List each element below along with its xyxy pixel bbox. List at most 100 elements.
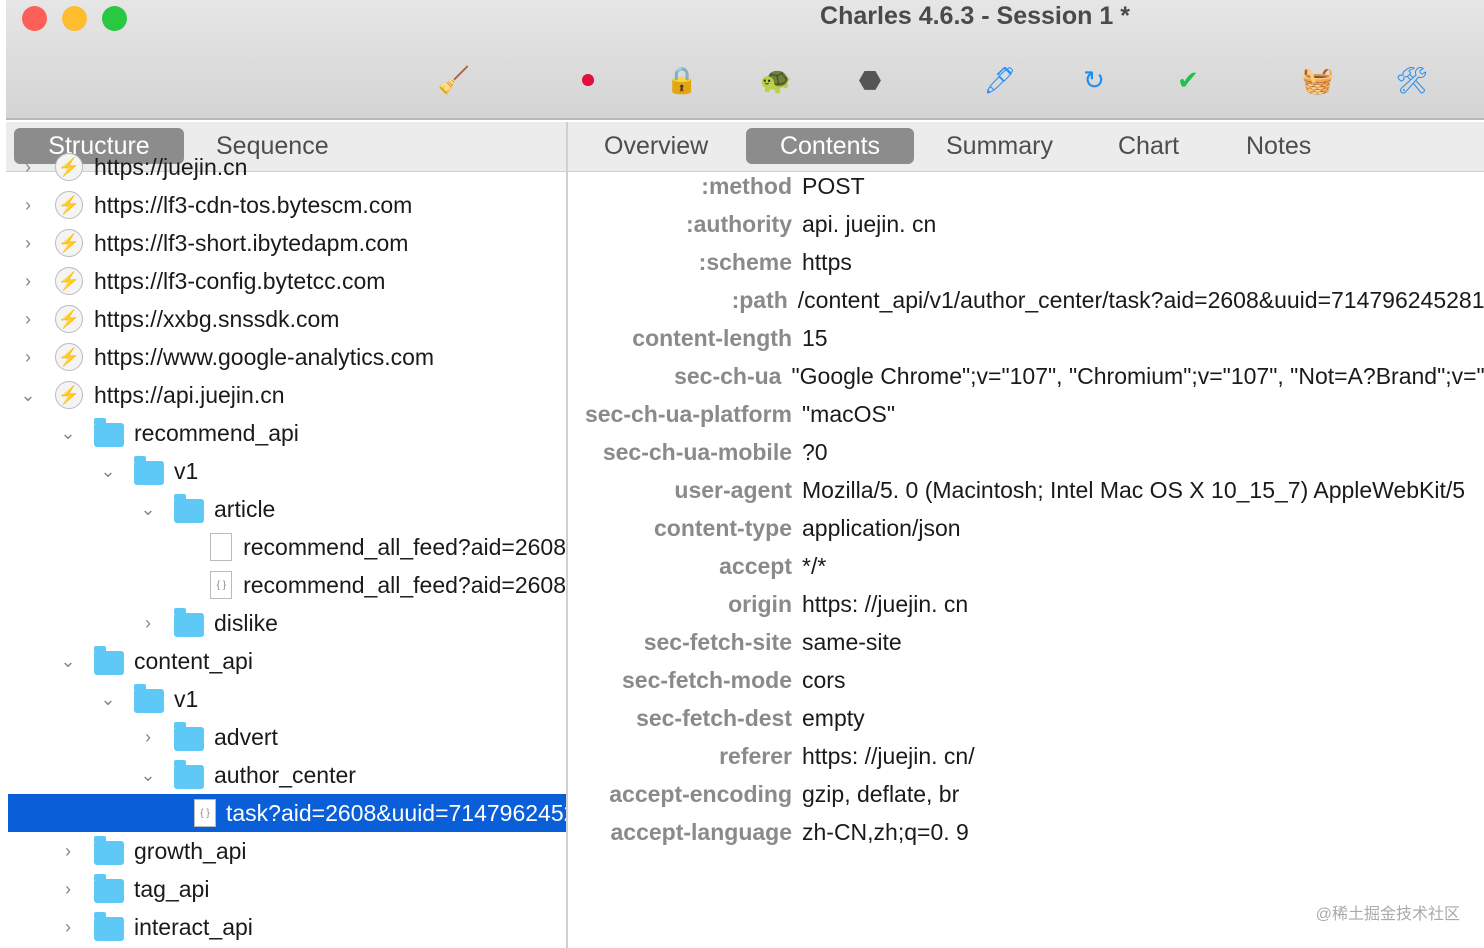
tree-row[interactable]: › dislike bbox=[8, 604, 566, 642]
header-value: "Google Chrome";v="107", "Chromium";v="1… bbox=[791, 362, 1484, 389]
header-name: content-type bbox=[654, 514, 792, 541]
tree-row[interactable]: ⌄ ⚡ https://api.juejin.cn bbox=[8, 376, 566, 414]
basket-icon[interactable]: 🧺 bbox=[1300, 62, 1336, 98]
header-value: POST bbox=[802, 172, 865, 199]
tree-row[interactable]: › interact_api bbox=[8, 908, 566, 946]
tree-row[interactable]: ⌄ v1 bbox=[8, 452, 566, 490]
disclosure-chevron-icon[interactable]: ⌄ bbox=[18, 385, 38, 406]
header-value: gzip, deflate, br bbox=[802, 780, 960, 807]
header-row: accept-encoding gzip, deflate, br bbox=[570, 775, 1484, 813]
tree-row-label: https://xxbg.snssdk.com bbox=[94, 305, 340, 332]
disclosure-chevron-icon[interactable]: › bbox=[138, 727, 158, 748]
tree-row[interactable]: › tag_api bbox=[8, 870, 566, 908]
tree-row-label: https://api.juejin.cn bbox=[94, 381, 285, 408]
tree-row[interactable]: ⌄ author_center bbox=[8, 756, 566, 794]
header-name: sec-fetch-mode bbox=[622, 666, 792, 693]
header-value: Mozilla/5. 0 (Macintosh; Intel Mac OS X … bbox=[802, 476, 1466, 503]
compose-pen-icon[interactable]: 🖊 bbox=[982, 62, 1018, 98]
header-row: content-length 15 bbox=[570, 319, 1484, 357]
tree-row[interactable]: › ⚡ https://juejin.cn bbox=[8, 148, 566, 186]
json-file-icon: { } bbox=[210, 570, 233, 600]
disclosure-chevron-icon[interactable]: › bbox=[58, 841, 78, 862]
tab-chart[interactable]: Chart bbox=[1104, 128, 1193, 164]
tree-row[interactable]: › advert bbox=[8, 718, 566, 756]
tree-row-label: https://juejin.cn bbox=[94, 153, 248, 180]
window-title: Charles 4.6.3 - Session 1 * bbox=[820, 2, 1130, 30]
structure-tree[interactable]: › ⚡ https://juejin.cn › ⚡ https://lf3-cdn-tos… bbox=[8, 148, 566, 948]
header-value: /content_api/v1/author_center/task?aid=2… bbox=[797, 286, 1484, 313]
tree-row[interactable]: ⌄ content_api bbox=[8, 642, 566, 680]
repeat-icon[interactable]: ↻ bbox=[1076, 62, 1112, 98]
disclosure-chevron-icon[interactable]: ⌄ bbox=[138, 765, 158, 786]
disclosure-chevron-icon[interactable]: › bbox=[18, 233, 38, 254]
validate-check-icon[interactable]: ✔ bbox=[1170, 62, 1206, 98]
request-headers-table: :method POST:authority api. juejin. cn:sch… bbox=[570, 167, 1484, 851]
header-row: sec-ch-ua-mobile ?0 bbox=[570, 433, 1484, 471]
disclosure-chevron-icon[interactable]: › bbox=[18, 195, 38, 216]
folder-icon bbox=[174, 494, 204, 524]
disclosure-chevron-icon[interactable]: › bbox=[18, 309, 38, 330]
ssl-lock-icon[interactable]: 🔒 bbox=[664, 62, 700, 98]
disclosure-chevron-icon[interactable]: ⌄ bbox=[58, 423, 78, 444]
tab-overview[interactable]: Overview bbox=[590, 128, 722, 164]
tree-row-label: https://lf3-short.ibytedapm.com bbox=[94, 229, 409, 256]
tree-row[interactable]: › ⚡ https://lf3-short.ibytedapm.com bbox=[8, 224, 566, 262]
tree-row[interactable]: { } task?aid=2608&uuid=7147962452813 bbox=[8, 794, 566, 832]
tools-icon[interactable]: 🛠 bbox=[1394, 62, 1430, 98]
split-divider[interactable] bbox=[566, 122, 568, 948]
tab-notes[interactable]: Notes bbox=[1232, 128, 1325, 164]
header-name: sec-ch-ua bbox=[674, 362, 782, 389]
header-row: content-type application/json bbox=[570, 509, 1484, 547]
header-name: sec-fetch-site bbox=[643, 628, 792, 655]
throttle-turtle-icon[interactable]: 🐢 bbox=[758, 62, 794, 98]
host-bolt-icon: ⚡ bbox=[54, 304, 84, 334]
tree-row-label: recommend_all_feed?aid=2608 bbox=[243, 571, 566, 598]
breakpoint-stop-icon[interactable]: ⬣ bbox=[852, 62, 888, 98]
header-value: https: //juejin. cn/ bbox=[802, 742, 975, 769]
header-name: content-length bbox=[632, 324, 792, 351]
header-name: accept-encoding bbox=[609, 780, 792, 807]
tree-row-label: v1 bbox=[174, 685, 199, 712]
disclosure-chevron-icon[interactable]: › bbox=[18, 347, 38, 368]
tab-contents[interactable]: Contents bbox=[746, 128, 914, 164]
header-row: sec-fetch-mode cors bbox=[570, 661, 1484, 699]
folder-icon bbox=[94, 646, 124, 676]
disclosure-chevron-icon[interactable]: › bbox=[138, 613, 158, 634]
header-row: origin https: //juejin. cn bbox=[570, 585, 1484, 623]
tree-row[interactable]: ⌄ article bbox=[8, 490, 566, 528]
tree-row[interactable]: › ⚡ https://lf3-config.bytetcc.com bbox=[8, 262, 566, 300]
disclosure-chevron-icon[interactable]: › bbox=[58, 917, 78, 938]
title-bar: Charles 4.6.3 - Session 1 * 🧹 ⏺ 🔒 🐢 ⬣ 🖊 ↻ ✔ 🧺 🛠 bbox=[6, 0, 1484, 120]
disclosure-chevron-icon[interactable]: › bbox=[18, 271, 38, 292]
tab-summary[interactable]: Summary bbox=[932, 128, 1067, 164]
header-value: api. juejin. cn bbox=[802, 210, 937, 237]
disclosure-chevron-icon[interactable]: ⌄ bbox=[98, 461, 118, 482]
disclosure-chevron-icon[interactable]: › bbox=[58, 879, 78, 900]
folder-icon bbox=[94, 874, 124, 904]
tree-row-label: interact_api bbox=[134, 913, 253, 940]
tree-row[interactable]: recommend_all_feed?aid=2608 bbox=[8, 528, 566, 566]
tree-row-label: recommend_all_feed?aid=2608 bbox=[243, 533, 566, 560]
header-value: 15 bbox=[802, 324, 828, 351]
disclosure-chevron-icon[interactable]: ⌄ bbox=[58, 651, 78, 672]
broom-icon[interactable]: 🧹 bbox=[436, 62, 472, 98]
header-value: https: //juejin. cn bbox=[802, 590, 969, 617]
tree-row[interactable]: › ⚡ https://xxbg.snssdk.com bbox=[8, 300, 566, 338]
tree-row[interactable]: › ⚡ https://lf3-cdn-tos.bytescm.com bbox=[8, 186, 566, 224]
header-row: user-agent Mozilla/5. 0 (Macintosh; Intel… bbox=[570, 471, 1484, 509]
header-name: :scheme bbox=[698, 248, 792, 275]
tree-row[interactable]: { } recommend_all_feed?aid=2608 bbox=[8, 566, 566, 604]
disclosure-chevron-icon[interactable]: ⌄ bbox=[98, 689, 118, 710]
tree-row[interactable]: ⌄ recommend_api bbox=[8, 414, 566, 452]
tree-row-label: dislike bbox=[214, 609, 278, 636]
disclosure-chevron-icon[interactable]: › bbox=[18, 157, 38, 178]
tree-row[interactable]: › growth_api bbox=[8, 832, 566, 870]
disclosure-chevron-icon[interactable]: ⌄ bbox=[138, 499, 158, 520]
record-icon[interactable]: ⏺ bbox=[570, 62, 606, 98]
header-value: zh-CN,zh;q=0. 9 bbox=[802, 818, 969, 845]
tree-row[interactable]: ⌄ v1 bbox=[8, 680, 566, 718]
host-bolt-icon: ⚡ bbox=[54, 228, 84, 258]
tree-row[interactable]: › ⚡ https://www.google-analytics.com bbox=[8, 338, 566, 376]
header-row: sec-fetch-dest empty bbox=[570, 699, 1484, 737]
header-name: sec-ch-ua-platform bbox=[584, 400, 792, 427]
